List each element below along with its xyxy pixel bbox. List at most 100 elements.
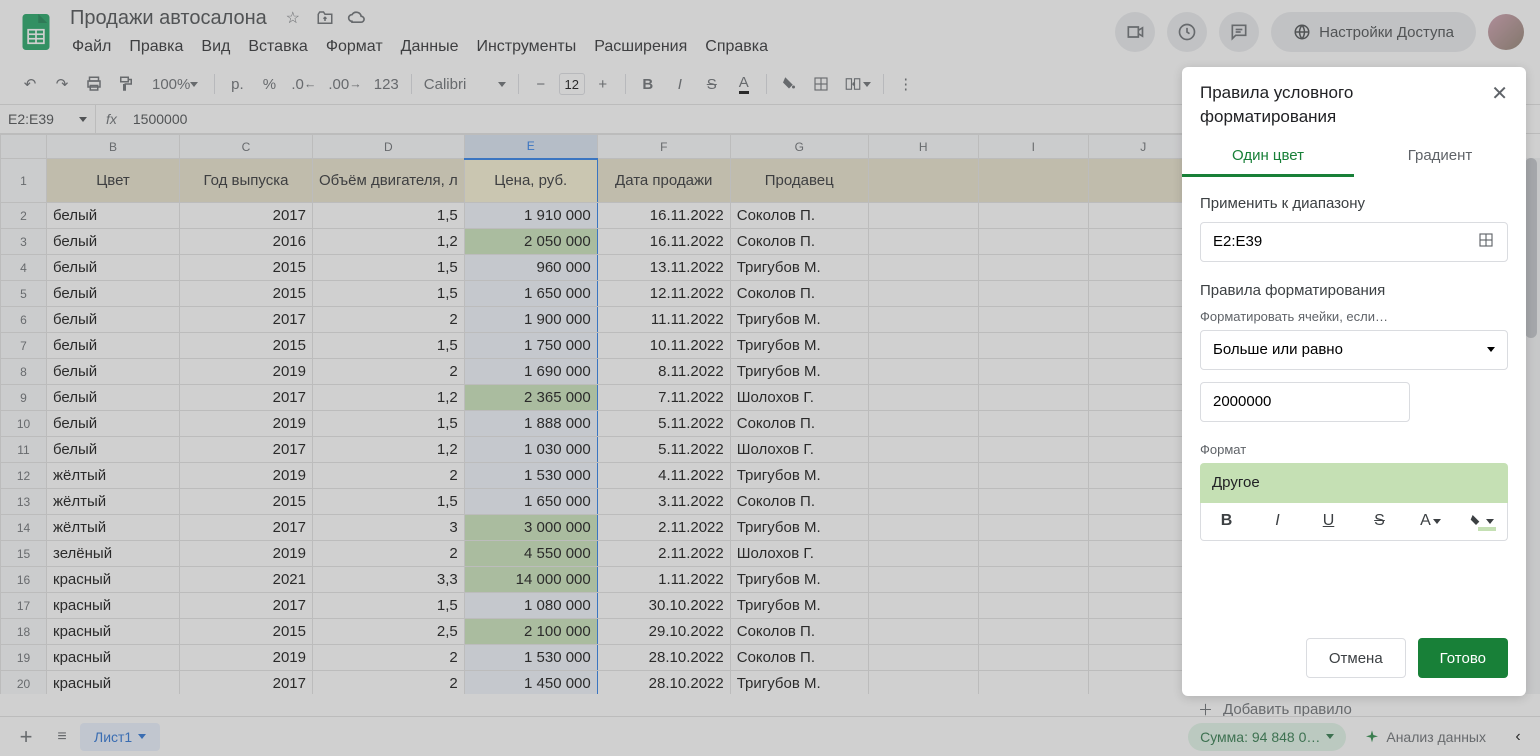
cell[interactable]: 1 750 000 xyxy=(464,333,597,359)
cell[interactable]: 2017 xyxy=(180,307,313,333)
cell[interactable]: красный xyxy=(47,619,180,645)
cell[interactable] xyxy=(978,307,1088,333)
cell[interactable]: Тригубов М. xyxy=(730,463,868,489)
row-header[interactable]: 10 xyxy=(1,411,47,437)
row-header[interactable]: 14 xyxy=(1,515,47,541)
redo-icon[interactable]: ↷ xyxy=(48,70,76,98)
sum-pill[interactable]: Сумма: 94 848 0… xyxy=(1188,723,1346,751)
tab-gradient[interactable]: Градиент xyxy=(1354,137,1526,177)
cell[interactable]: 4 550 000 xyxy=(464,541,597,567)
cell[interactable]: Тригубов М. xyxy=(730,333,868,359)
strike-icon[interactable]: S xyxy=(698,70,726,98)
row-header[interactable]: 2 xyxy=(1,203,47,229)
avatar[interactable] xyxy=(1488,14,1524,50)
fmt-strike-icon[interactable]: S xyxy=(1354,512,1405,530)
cell[interactable]: Шолохов Г. xyxy=(730,541,868,567)
spreadsheet-grid[interactable]: BCDEFGHIJ 1ЦветГод выпускаОбъём двигател… xyxy=(0,134,1199,694)
cell[interactable]: белый xyxy=(47,437,180,463)
cell[interactable] xyxy=(978,411,1088,437)
borders-icon[interactable] xyxy=(807,70,835,98)
cell[interactable] xyxy=(978,203,1088,229)
cell[interactable]: белый xyxy=(47,307,180,333)
menu-tools[interactable]: Инструменты xyxy=(468,34,584,60)
cell[interactable]: Цена, руб. xyxy=(464,159,597,203)
undo-icon[interactable]: ↶ xyxy=(16,70,44,98)
cell[interactable] xyxy=(978,229,1088,255)
cell[interactable]: зелёный xyxy=(47,541,180,567)
share-button[interactable]: Настройки Доступа xyxy=(1271,12,1476,52)
row-header[interactable]: 1 xyxy=(1,159,47,203)
cell[interactable]: 1 650 000 xyxy=(464,489,597,515)
cell[interactable]: жёлтый xyxy=(47,463,180,489)
cell[interactable]: 1,5 xyxy=(313,281,465,307)
menu-help[interactable]: Справка xyxy=(697,34,776,60)
cell[interactable] xyxy=(868,385,978,411)
cell[interactable]: 2017 xyxy=(180,515,313,541)
cell[interactable]: 3 xyxy=(313,515,465,541)
cell[interactable]: 5.11.2022 xyxy=(597,437,730,463)
cell[interactable] xyxy=(868,333,978,359)
cell[interactable]: красный xyxy=(47,645,180,671)
format-preview[interactable]: Другое xyxy=(1200,463,1508,503)
italic-icon[interactable]: I xyxy=(666,70,694,98)
percent-button[interactable]: % xyxy=(255,70,283,98)
done-button[interactable]: Готово xyxy=(1418,638,1508,678)
cell[interactable]: 960 000 xyxy=(464,255,597,281)
cell[interactable] xyxy=(978,515,1088,541)
cell[interactable] xyxy=(868,255,978,281)
cell[interactable]: 1 888 000 xyxy=(464,411,597,437)
sheet-list-icon[interactable]: ≡ xyxy=(44,728,80,746)
cell[interactable]: 16.11.2022 xyxy=(597,203,730,229)
range-input[interactable]: E2:E39 xyxy=(1200,222,1508,262)
cell[interactable]: Шолохов Г. xyxy=(730,437,868,463)
cell[interactable] xyxy=(868,229,978,255)
grid-select-icon[interactable] xyxy=(1477,231,1495,253)
print-icon[interactable] xyxy=(80,70,108,98)
cell[interactable]: 2 xyxy=(313,359,465,385)
cell[interactable] xyxy=(978,385,1088,411)
cell[interactable]: 12.11.2022 xyxy=(597,281,730,307)
cell[interactable]: 2021 xyxy=(180,567,313,593)
cell[interactable]: Соколов П. xyxy=(730,203,868,229)
col-header-G[interactable]: G xyxy=(730,135,868,159)
cell[interactable]: 2 xyxy=(313,645,465,671)
cell[interactable]: 2 100 000 xyxy=(464,619,597,645)
cell[interactable]: 2.11.2022 xyxy=(597,515,730,541)
cell[interactable]: 2017 xyxy=(180,593,313,619)
cell[interactable]: 28.10.2022 xyxy=(597,645,730,671)
cell[interactable] xyxy=(868,593,978,619)
cell[interactable] xyxy=(868,671,978,695)
inc-decimal-icon[interactable]: .00→ xyxy=(324,70,365,98)
cell[interactable]: 1 650 000 xyxy=(464,281,597,307)
cell[interactable]: 2015 xyxy=(180,255,313,281)
cell[interactable]: Соколов П. xyxy=(730,645,868,671)
history-icon[interactable] xyxy=(1167,12,1207,52)
cell[interactable]: 1,5 xyxy=(313,411,465,437)
cell[interactable] xyxy=(978,159,1088,203)
cell[interactable]: 28.10.2022 xyxy=(597,671,730,695)
cell[interactable]: жёлтый xyxy=(47,489,180,515)
cell[interactable] xyxy=(978,359,1088,385)
menu-format[interactable]: Формат xyxy=(318,34,391,60)
cell[interactable]: Год выпуска xyxy=(180,159,313,203)
cell[interactable]: 1,5 xyxy=(313,255,465,281)
cell[interactable]: 13.11.2022 xyxy=(597,255,730,281)
side-collapse-icon[interactable]: ‹ xyxy=(1504,723,1532,751)
cell[interactable] xyxy=(978,281,1088,307)
cell[interactable]: 1,2 xyxy=(313,437,465,463)
col-header-I[interactable]: I xyxy=(978,135,1088,159)
cell[interactable]: 2 365 000 xyxy=(464,385,597,411)
cell[interactable]: белый xyxy=(47,333,180,359)
cell[interactable]: 1,5 xyxy=(313,333,465,359)
cell[interactable] xyxy=(868,359,978,385)
cloud-icon[interactable] xyxy=(345,6,369,30)
cell[interactable]: 3,3 xyxy=(313,567,465,593)
row-header[interactable]: 5 xyxy=(1,281,47,307)
cell[interactable]: Тригубов М. xyxy=(730,671,868,695)
cell[interactable]: 5.11.2022 xyxy=(597,411,730,437)
cell[interactable]: 29.10.2022 xyxy=(597,619,730,645)
row-header[interactable]: 7 xyxy=(1,333,47,359)
cell[interactable] xyxy=(978,255,1088,281)
cell[interactable]: Объём двигателя, л xyxy=(313,159,465,203)
cell[interactable] xyxy=(868,411,978,437)
